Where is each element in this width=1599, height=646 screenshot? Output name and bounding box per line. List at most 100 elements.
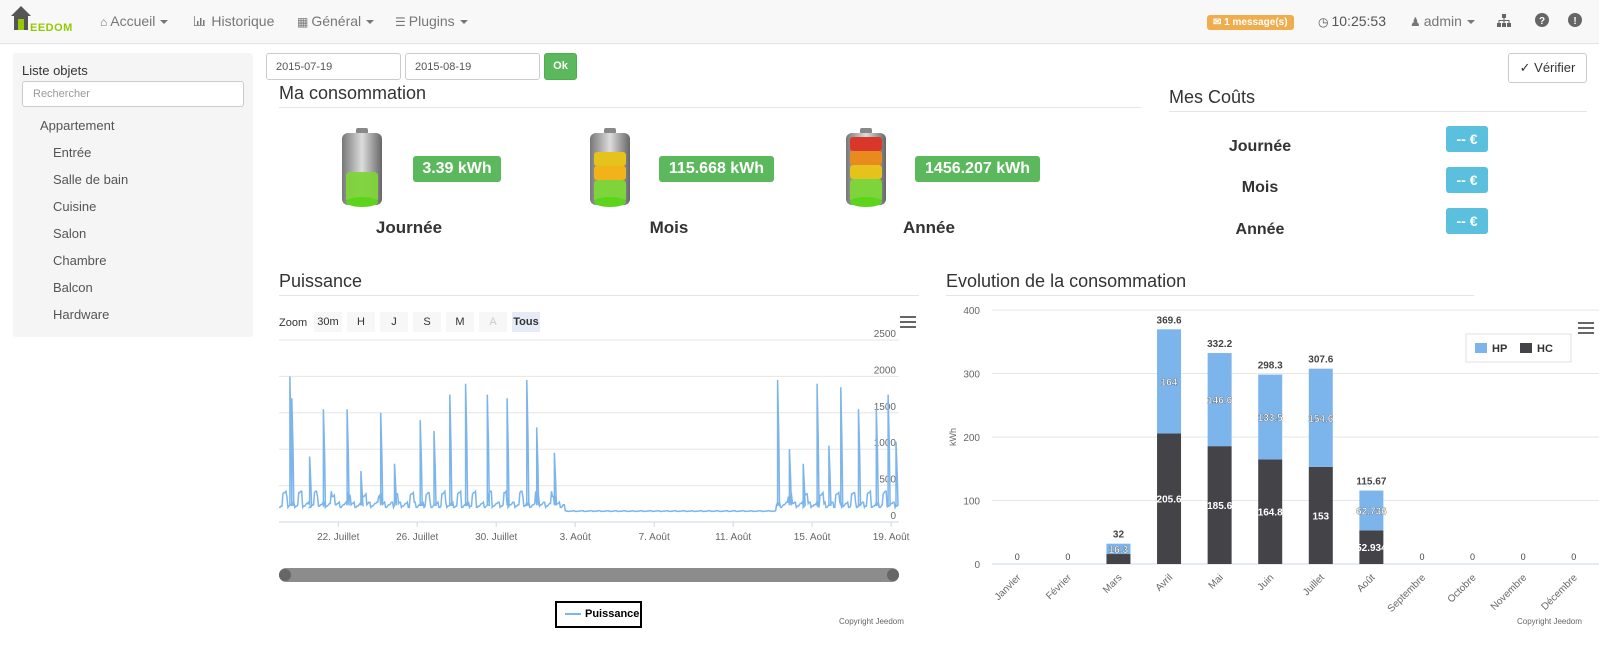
x-tick-label: 30. Juillet — [475, 532, 517, 543]
zoom-month-button[interactable]: M — [446, 312, 474, 332]
house-logo-icon — [11, 6, 31, 30]
messages-count: 1 message(s) — [1224, 17, 1288, 28]
zoom-year-button[interactable]: A — [479, 312, 507, 332]
hp-data-label: 133.5 — [1258, 413, 1283, 424]
caret-down-icon — [459, 20, 468, 25]
zoom-week-button[interactable]: S — [413, 312, 441, 332]
verify-label: Vérifier — [1534, 60, 1576, 75]
total-data-label: 32 — [1113, 530, 1125, 541]
x-tick-label: Juin — [1256, 572, 1277, 593]
x-tick-label: 3. Août — [560, 532, 591, 543]
puissance-title: Puissance — [279, 271, 363, 291]
zoom-hour-button[interactable]: H — [347, 312, 375, 332]
year-consumption-value: 1456.207 kWh — [915, 156, 1040, 182]
nav-general-label: Général — [311, 13, 362, 29]
clock-time: 10:25:53 — [1331, 13, 1386, 29]
ok-button[interactable]: Ok — [544, 53, 577, 80]
nav-historique[interactable]: Historique — [193, 13, 275, 29]
legend-line-marker — [565, 613, 581, 616]
hc-data-label: 185.6 — [1207, 501, 1232, 512]
chart-menu-icon[interactable] — [900, 316, 916, 330]
object-item-salon[interactable]: Salon — [53, 226, 86, 241]
month-consumption-value: 115.668 kWh — [659, 156, 774, 182]
nav-accueil[interactable]: ⌂ Accueil — [100, 13, 169, 29]
verify-button[interactable]: ✓ Vérifier — [1508, 53, 1587, 83]
object-item-hardware[interactable]: Hardware — [53, 307, 109, 322]
divider — [279, 107, 1141, 108]
sitemap-button[interactable] — [1497, 14, 1511, 30]
y-tick-label: 200 — [963, 433, 980, 444]
puissance-chart: 0500100015002000250022. Juillet 26. Juill… — [279, 330, 910, 582]
help-button[interactable]: ? — [1535, 13, 1549, 30]
zoom-all-button[interactable]: Tous — [512, 312, 540, 332]
x-tick-label: Octobre — [1446, 572, 1479, 605]
brand-text: EEDOM — [30, 22, 73, 34]
legend-hc-swatch — [1520, 343, 1532, 353]
object-item-salle-de-bain[interactable]: Salle de bain — [53, 172, 128, 187]
y-axis-label: kWh — [948, 428, 958, 446]
info-button[interactable]: ! — [1568, 13, 1582, 30]
day-label: Journée — [375, 218, 443, 237]
costs-title: Mes Coûts — [1169, 87, 1256, 107]
user-menu[interactable]: ♟ admin — [1410, 13, 1475, 29]
hp-data-label: 62.736 — [1356, 506, 1387, 517]
cost-month-label: Mois — [1241, 179, 1279, 196]
dashboard-icon: ▦ — [297, 15, 309, 29]
hp-data-label: 16.3 — [1109, 545, 1129, 556]
sitemap-icon — [1497, 14, 1511, 27]
object-item-chambre[interactable]: Chambre — [53, 253, 106, 268]
cost-year-value: -- € — [1446, 208, 1488, 234]
nav-historique-label: Historique — [211, 13, 275, 29]
divider — [946, 295, 1474, 296]
object-item-appartement[interactable]: Appartement — [40, 118, 114, 133]
cost-year-label: Année — [1235, 221, 1285, 238]
x-tick-label: Mai — [1207, 572, 1226, 591]
object-item-balcon[interactable]: Balcon — [53, 280, 93, 295]
bar-chart-svg — [193, 16, 205, 27]
jeedom-logo[interactable]: EEDOM — [10, 5, 80, 39]
user-icon: ♟ — [1410, 15, 1421, 29]
bar-chart-icon — [193, 15, 208, 29]
messages-badge[interactable]: ✉ 1 message(s) — [1207, 15, 1294, 30]
nav-general[interactable]: ▦ Général — [297, 13, 375, 29]
object-search-input[interactable] — [22, 81, 244, 107]
legend-label: Puissance — [585, 608, 640, 620]
legend-hp-label: HP — [1492, 343, 1507, 355]
zoom-30m-button[interactable]: 30m — [314, 312, 342, 332]
caret-down-icon — [366, 20, 375, 25]
envelope-icon: ✉ — [1213, 17, 1225, 28]
puissance-series-line — [279, 376, 899, 513]
total-data-label: 332.2 — [1207, 339, 1232, 350]
hp-data-label: 164 — [1161, 377, 1178, 388]
y-tick-label: 1500 — [874, 402, 897, 413]
evolution-chart: 0 100 200 300 400 kWh 0 Janvier 0 Février 16.3 32 Ma… — [948, 306, 1599, 615]
exclamation-icon: ! — [1568, 13, 1582, 27]
x-tick-label: Septembre — [1386, 572, 1429, 615]
y-tick-label: 100 — [963, 497, 980, 508]
object-item-cuisine[interactable]: Cuisine — [53, 199, 96, 214]
legend-hp-swatch — [1475, 343, 1487, 353]
object-item-entree[interactable]: Entrée — [53, 145, 91, 160]
zoom-day-button[interactable]: J — [380, 312, 408, 332]
x-tick-label: 11. Août — [715, 532, 751, 543]
total-data-label: 307.6 — [1308, 355, 1333, 366]
hp-data-label: 154.6 — [1308, 414, 1333, 425]
x-tick-label: Août — [1355, 572, 1377, 594]
x-tick-label: Novembre — [1489, 572, 1530, 613]
nav-plugins[interactable]: ☰ Plugins — [395, 13, 468, 29]
date-end-input[interactable] — [405, 53, 540, 80]
tasks-icon: ☰ — [395, 15, 406, 29]
hp-data-label: 0 — [1521, 552, 1526, 562]
y-tick-label: 0 — [974, 560, 980, 571]
hc-data-label: 164.8 — [1258, 508, 1283, 519]
x-tick-label: 15. Août — [794, 532, 831, 543]
home-icon: ⌂ — [100, 15, 108, 29]
puissance-legend[interactable]: Puissance — [555, 601, 642, 628]
x-tick-label: 22. Juillet — [317, 532, 359, 543]
hp-data-label: 0 — [1419, 552, 1424, 562]
navigator-handle-right — [887, 569, 899, 581]
hc-data-label: 153 — [1312, 511, 1329, 522]
x-tick-label: Janvier — [993, 572, 1024, 603]
date-start-input[interactable] — [266, 53, 401, 80]
hp-data-label: 0 — [1470, 552, 1475, 562]
